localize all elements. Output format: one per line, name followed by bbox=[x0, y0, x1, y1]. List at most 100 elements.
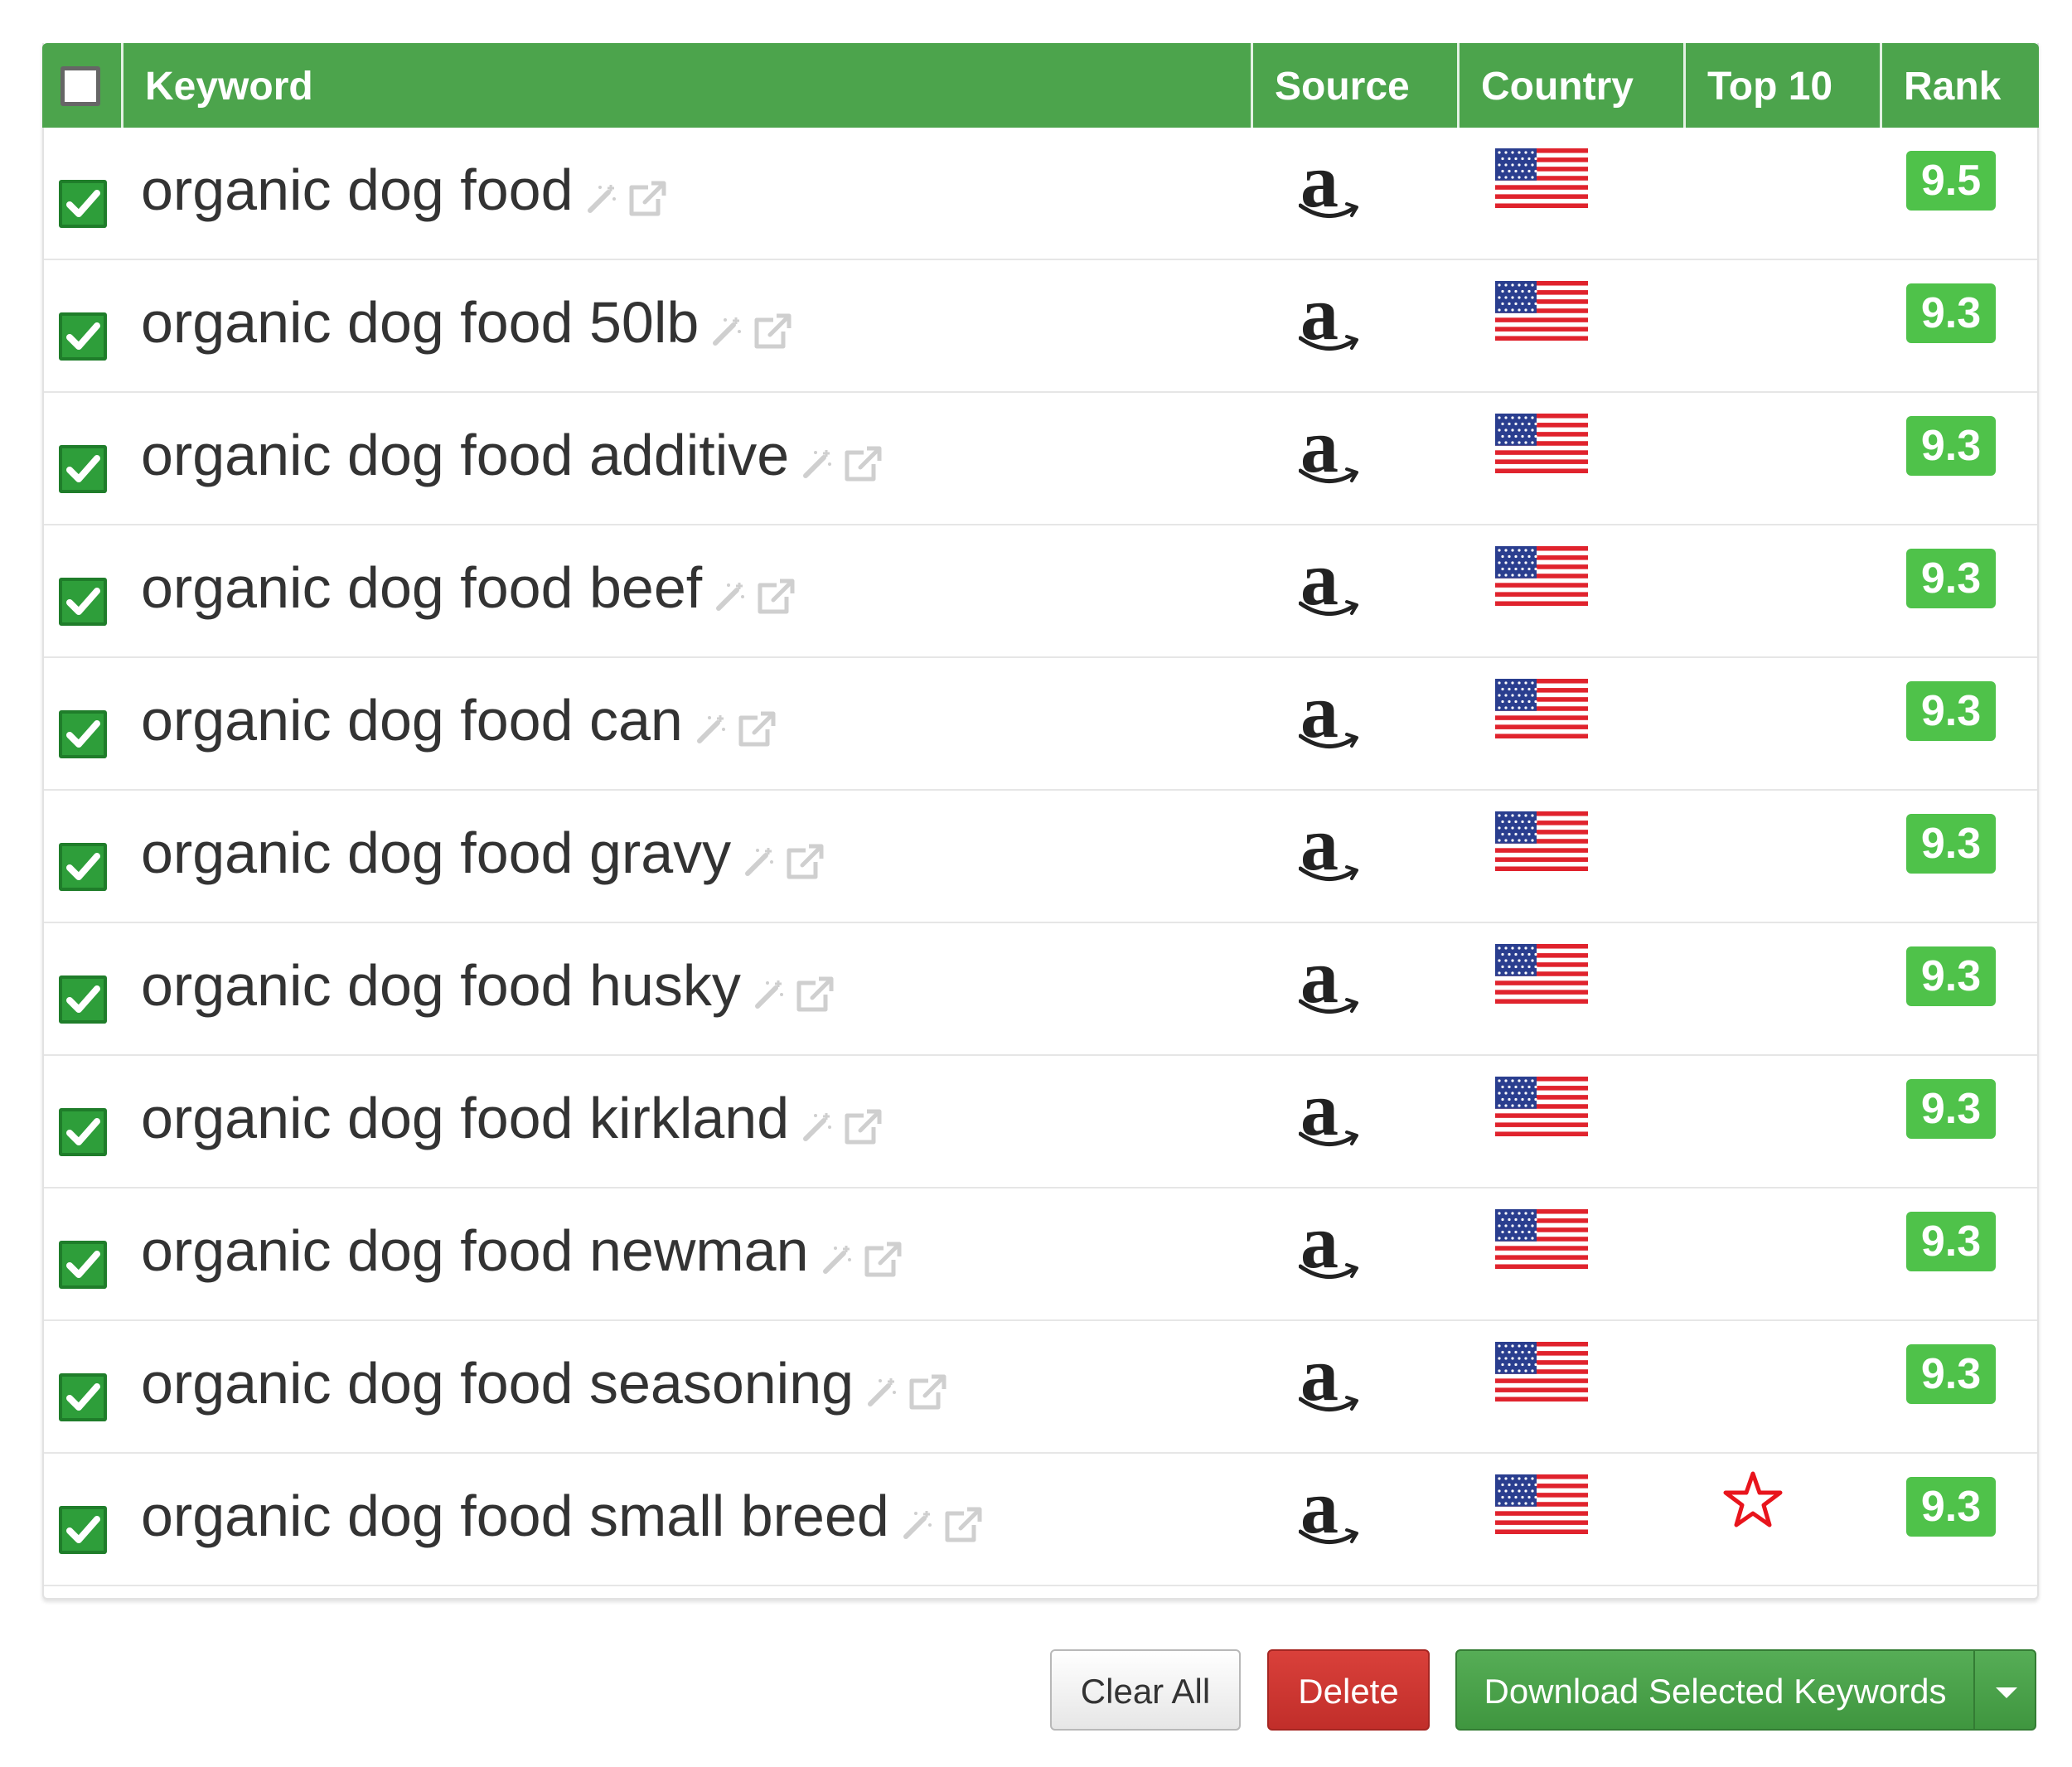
us-flag-icon bbox=[1495, 1342, 1588, 1402]
rank-badge: 9.3 bbox=[1906, 283, 1996, 343]
row-checkbox[interactable] bbox=[59, 1373, 107, 1421]
amazon-icon: a bbox=[1287, 139, 1367, 237]
rank-badge: 9.3 bbox=[1906, 1344, 1996, 1404]
amazon-icon: a bbox=[1287, 1333, 1367, 1431]
magic-wand-icon[interactable] bbox=[753, 958, 794, 1023]
table-row[interactable]: organic dog food a 9.5 bbox=[44, 128, 2037, 260]
keyword-tools bbox=[695, 688, 784, 762]
header-source[interactable]: Source bbox=[1253, 43, 1457, 128]
row-checkbox[interactable] bbox=[59, 180, 107, 228]
table-row[interactable]: organic dog food beef a 9.3 bbox=[44, 525, 2037, 658]
amazon-smile-glyph bbox=[1298, 598, 1360, 626]
table-row[interactable]: organic dog food newman a 9.3 bbox=[44, 1188, 2037, 1321]
row-checkbox[interactable] bbox=[59, 578, 107, 626]
download-options-dropdown[interactable] bbox=[1973, 1649, 2036, 1731]
external-link-icon[interactable] bbox=[794, 958, 842, 1023]
us-flag-icon bbox=[1495, 944, 1588, 1005]
keyword-cell: organic dog food husky bbox=[141, 948, 842, 1028]
table-row[interactable]: organic dog food can a 9.3 bbox=[44, 658, 2037, 791]
select-all-checkbox[interactable] bbox=[61, 66, 100, 106]
rank-badge: 9.3 bbox=[1906, 416, 1996, 476]
external-link-icon[interactable] bbox=[942, 1489, 990, 1553]
magic-wand-icon[interactable] bbox=[801, 428, 842, 492]
keyword-text: organic dog food 50lb bbox=[141, 290, 700, 355]
table-row[interactable]: organic dog food small breed a 9.3 bbox=[44, 1454, 2037, 1586]
amazon-icon: a bbox=[1287, 404, 1367, 502]
table-row[interactable]: organic dog food kirkland a 9.3 bbox=[44, 1056, 2037, 1188]
row-checkbox[interactable] bbox=[59, 312, 107, 361]
external-link-icon[interactable] bbox=[842, 428, 890, 492]
magic-wand-icon[interactable] bbox=[695, 693, 736, 758]
keyword-cell: organic dog food 50lb bbox=[141, 285, 800, 365]
rank-badge: 9.3 bbox=[1906, 681, 1996, 741]
rank-badge: 9.3 bbox=[1906, 1477, 1996, 1537]
table-row[interactable]: organic dog food husky a 9.3 bbox=[44, 923, 2037, 1056]
row-checkbox[interactable] bbox=[59, 445, 107, 493]
caret-down-icon bbox=[1996, 1687, 2017, 1698]
header-keyword[interactable]: Keyword bbox=[123, 43, 1251, 128]
row-checkbox[interactable] bbox=[59, 1108, 107, 1156]
magic-wand-icon[interactable] bbox=[743, 825, 784, 890]
amazon-icon: a bbox=[1287, 1465, 1367, 1563]
keyword-text: organic dog food additive bbox=[141, 423, 790, 487]
row-checkbox[interactable] bbox=[59, 975, 107, 1024]
magic-wand-icon[interactable] bbox=[865, 1356, 907, 1421]
table-row[interactable]: organic dog food gravy a 9.3 bbox=[44, 791, 2037, 923]
download-selected-keywords-button[interactable]: Download Selected Keywords bbox=[1455, 1649, 1975, 1731]
amazon-icon: a bbox=[1287, 537, 1367, 635]
magic-wand-icon[interactable] bbox=[821, 1223, 862, 1288]
keyword-cell: organic dog food seasoning bbox=[141, 1346, 955, 1426]
table-row[interactable]: organic dog food 50lb a 9.3 bbox=[44, 260, 2037, 393]
keyword-text: organic dog food husky bbox=[141, 953, 741, 1018]
external-link-icon[interactable] bbox=[736, 693, 784, 758]
amazon-smile-glyph bbox=[1298, 1261, 1360, 1289]
keyword-text: organic dog food kirkland bbox=[141, 1086, 790, 1150]
row-checkbox[interactable] bbox=[59, 1241, 107, 1289]
us-flag-icon bbox=[1495, 811, 1588, 872]
magic-wand-icon[interactable] bbox=[710, 295, 752, 360]
rank-badge: 9.3 bbox=[1906, 549, 1996, 608]
magic-wand-icon[interactable] bbox=[901, 1489, 942, 1553]
keyword-table: Keyword Source Country Top 10 Rank organ… bbox=[42, 43, 2039, 1600]
keyword-cell: organic dog food small breed bbox=[141, 1479, 990, 1558]
external-link-icon[interactable] bbox=[784, 825, 832, 890]
header-country[interactable]: Country bbox=[1460, 43, 1683, 128]
us-flag-icon bbox=[1495, 414, 1588, 474]
external-link-icon[interactable] bbox=[755, 560, 803, 625]
keyword-tools bbox=[585, 157, 675, 232]
external-link-icon[interactable] bbox=[752, 295, 800, 360]
table-header: Keyword Source Country Top 10 Rank bbox=[42, 43, 2039, 194]
amazon-smile-glyph bbox=[1298, 731, 1360, 758]
keyword-text: organic dog food newman bbox=[141, 1218, 809, 1283]
amazon-icon: a bbox=[1287, 1067, 1367, 1165]
header-top10[interactable]: Top 10 bbox=[1686, 43, 1880, 128]
table-row[interactable]: organic dog food seasoning a 9.3 bbox=[44, 1321, 2037, 1454]
external-link-icon[interactable] bbox=[862, 1223, 910, 1288]
keyword-text: organic dog food can bbox=[141, 688, 683, 753]
external-link-icon[interactable] bbox=[842, 1091, 890, 1155]
row-checkbox[interactable] bbox=[59, 843, 107, 891]
keyword-cell: organic dog food gravy bbox=[141, 816, 832, 895]
external-link-icon[interactable] bbox=[907, 1356, 955, 1421]
table-row[interactable]: organic dog food additive a 9.3 bbox=[44, 393, 2037, 525]
us-flag-icon bbox=[1495, 1209, 1588, 1270]
us-flag-icon bbox=[1495, 679, 1588, 739]
amazon-smile-glyph bbox=[1298, 1527, 1360, 1554]
external-link-icon[interactable] bbox=[627, 162, 675, 227]
amazon-smile-glyph bbox=[1298, 466, 1360, 493]
magic-wand-icon[interactable] bbox=[714, 560, 755, 625]
header-rank[interactable]: Rank bbox=[1882, 43, 2039, 194]
row-checkbox[interactable] bbox=[59, 1506, 107, 1554]
clear-all-button[interactable]: Clear All bbox=[1050, 1649, 1241, 1731]
header-rank-label: Rank bbox=[1904, 65, 2002, 109]
magic-wand-icon[interactable] bbox=[801, 1091, 842, 1155]
keyword-tools bbox=[865, 1351, 955, 1426]
delete-button[interactable]: Delete bbox=[1267, 1649, 1430, 1731]
us-flag-icon bbox=[1495, 148, 1588, 209]
amazon-icon: a bbox=[1287, 670, 1367, 767]
amazon-smile-glyph bbox=[1298, 996, 1360, 1024]
magic-wand-icon[interactable] bbox=[585, 162, 627, 227]
row-checkbox[interactable] bbox=[59, 710, 107, 758]
keyword-tools bbox=[743, 821, 832, 895]
keyword-tools bbox=[714, 555, 803, 630]
